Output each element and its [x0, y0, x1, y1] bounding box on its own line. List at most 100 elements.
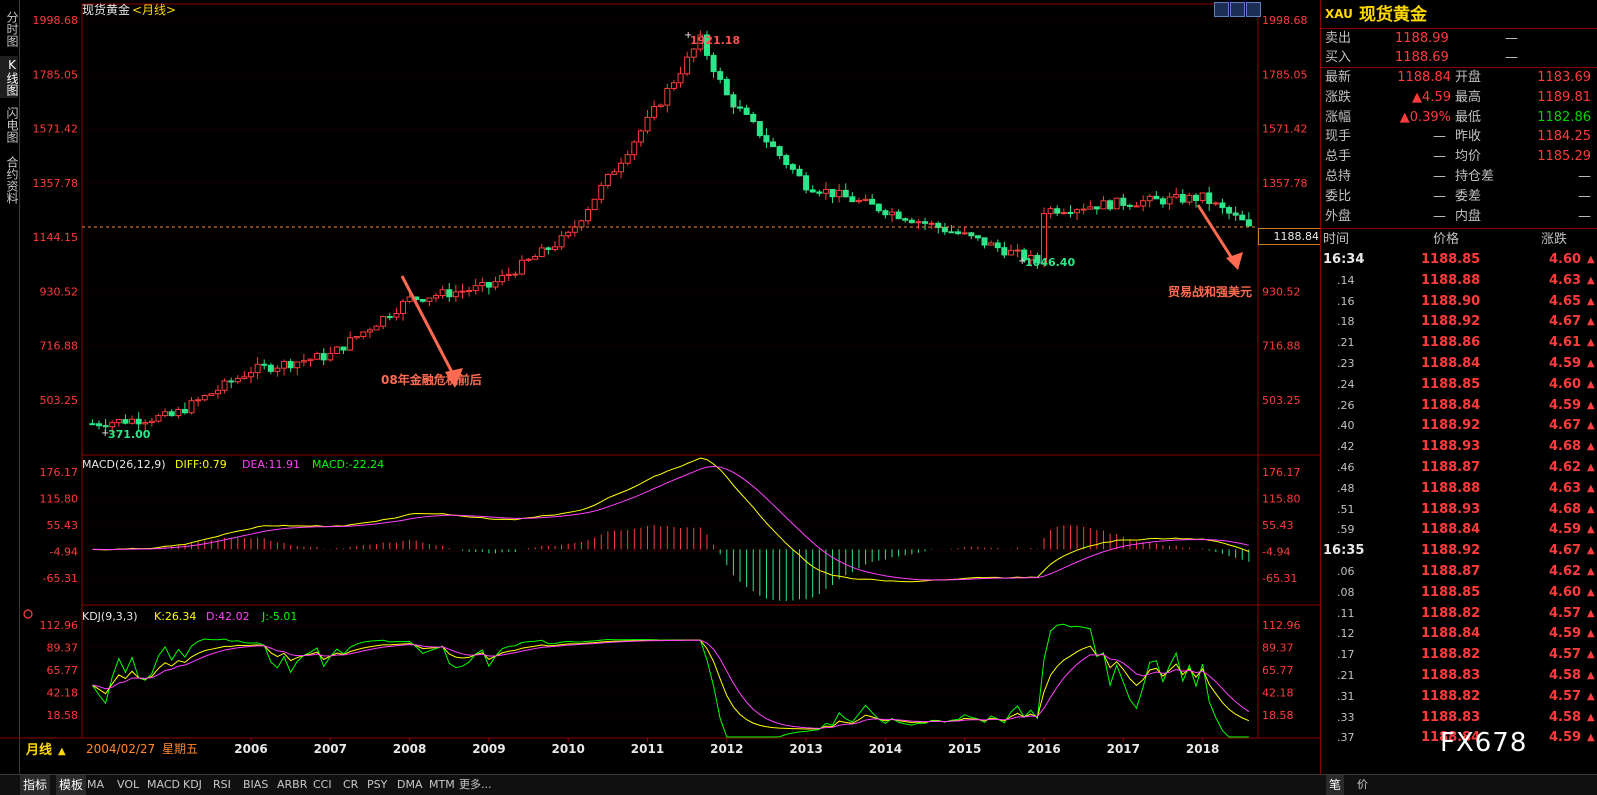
- quote-row: 卖出 1188.99 —: [1321, 29, 1597, 49]
- candle-body: [241, 376, 248, 379]
- candle-body: [228, 380, 235, 383]
- candle-body: [875, 203, 882, 212]
- quote-extra: —: [1505, 31, 1518, 46]
- tick-change: 4.59: [1549, 522, 1582, 538]
- quote-pair-row: 最新 1188.84 开盘 1183.69: [1321, 68, 1597, 88]
- tick-change: 4.63: [1549, 272, 1582, 288]
- candle-body: [333, 346, 340, 354]
- up-arrow-icon: ▲: [1587, 503, 1595, 515]
- indicator-settings-icon[interactable]: [23, 609, 33, 619]
- tick-view-tab-1[interactable]: 笔: [1326, 775, 1345, 795]
- zoom-out-icon[interactable]: [1214, 2, 1229, 17]
- indicator-tab-6[interactable]: KDJ: [180, 775, 205, 795]
- tick-row: .16 1188.90 4.65 ▲: [1321, 292, 1597, 313]
- year-axis: 2006 2007 2008 2009 2010 2011 2012 2013 2014 2015…: [234, 738, 1219, 756]
- macd-axis-label-left: -4.94: [50, 546, 78, 559]
- year-label: 2012: [710, 742, 743, 756]
- candle-body: [717, 71, 724, 80]
- tick-time: .31: [1337, 689, 1355, 703]
- candle-body: [796, 168, 803, 177]
- candle-body: [142, 421, 149, 425]
- tick-price: 1188.83: [1421, 668, 1481, 683]
- quote-extra: —: [1505, 50, 1518, 65]
- candle-body: [532, 256, 539, 260]
- candle-body: [1087, 206, 1094, 210]
- quote-label: 委比: [1325, 188, 1352, 204]
- indicator-tab-13[interactable]: DMA: [394, 775, 426, 795]
- tick-time: 16:34: [1323, 252, 1365, 267]
- quote-label: 最低: [1455, 109, 1482, 125]
- year-label: 2006: [234, 742, 267, 756]
- period-dropdown-icon[interactable]: ▲: [58, 746, 66, 757]
- candle-body: [690, 48, 697, 58]
- year-label: 2018: [1186, 742, 1219, 756]
- candle-body: [710, 54, 717, 73]
- candle-body: [1239, 214, 1246, 221]
- tick-price: 1188.85: [1421, 252, 1481, 267]
- up-arrow-icon: ▲: [1587, 378, 1595, 390]
- maximize-icon[interactable]: [1246, 2, 1261, 17]
- tick-change: 4.58: [1549, 709, 1582, 725]
- zoom-in-icon[interactable]: [1230, 2, 1245, 17]
- quote-value: 1184.25: [1537, 129, 1591, 145]
- candle-body: [816, 191, 823, 194]
- candle-body: [750, 113, 757, 123]
- quote-value: 1185.29: [1537, 149, 1591, 165]
- candle-body: [598, 185, 605, 200]
- quote-symbol: XAU: [1325, 7, 1353, 21]
- quote-value: —: [1433, 169, 1446, 184]
- candle-body: [254, 363, 261, 374]
- indicator-tab-4[interactable]: VOL: [114, 775, 142, 795]
- indicator-tab-5[interactable]: MACD: [144, 775, 183, 795]
- tick-time: 16:35: [1323, 543, 1365, 559]
- macd-axis-label-left: -65.31: [43, 572, 78, 585]
- quote-label: 外盘: [1325, 208, 1352, 224]
- candle-body: [479, 282, 486, 287]
- tick-change: 4.67: [1549, 314, 1582, 330]
- indicator-tab-1[interactable]: 指标: [20, 775, 51, 795]
- tick-time: .17: [1337, 648, 1355, 662]
- kline-chart[interactable]: 1998.68 1998.68 1785.05 1785.05 1571.42 1571.…: [0, 0, 1320, 774]
- indicator-tab-3[interactable]: MA: [84, 775, 107, 795]
- candle-body: [902, 218, 909, 221]
- kdj-axis-label-left: 42.18: [47, 686, 79, 699]
- tick-price: 1188.82: [1421, 647, 1481, 663]
- candle-body: [664, 87, 671, 106]
- high-price-label: 1921.18: [690, 34, 740, 47]
- tick-view-tab-2[interactable]: 价: [1354, 775, 1371, 795]
- up-arrow-icon: ▲: [1587, 586, 1595, 598]
- tick-row: .59 1188.84 4.59 ▲: [1321, 520, 1597, 541]
- tick-change: 4.58: [1549, 668, 1582, 683]
- candle-body: [895, 211, 902, 220]
- indicator-tab-8[interactable]: BIAS: [240, 775, 271, 795]
- kdj-axis-label-left: 18.58: [47, 709, 79, 722]
- candle-body: [340, 346, 347, 351]
- indicator-tab-14[interactable]: MTM: [426, 775, 458, 795]
- candle-body: [248, 372, 254, 378]
- macd-diff-value: DIFF:0.79: [175, 458, 227, 471]
- candle-body: [730, 94, 737, 108]
- tick-price: 1188.84: [1421, 522, 1481, 538]
- indicator-tab-12[interactable]: PSY: [364, 775, 390, 795]
- indicator-tab-9[interactable]: ARBR: [274, 775, 310, 795]
- quote-value: ▲0.39%: [1399, 109, 1451, 125]
- indicator-tab-11[interactable]: CR: [340, 775, 361, 795]
- indicator-tab-7[interactable]: RSI: [210, 775, 234, 795]
- tick-row: .31 1188.82 4.57 ▲: [1321, 687, 1597, 708]
- candle-body: [195, 399, 202, 402]
- period-button[interactable]: 月线: [25, 742, 52, 758]
- indicator-tab-2[interactable]: 模板: [56, 775, 87, 795]
- candle-body: [756, 121, 763, 137]
- tick-change: 4.59: [1549, 730, 1582, 746]
- candle-body: [538, 247, 545, 258]
- macd-axis-label-right: 176.17: [1262, 466, 1301, 479]
- tick-row: .08 1188.85 4.60 ▲: [1321, 583, 1597, 604]
- candle-body: [439, 289, 446, 297]
- tick-change: 4.60: [1549, 584, 1582, 600]
- kdj-axis-label-right: 112.96: [1262, 619, 1301, 632]
- indicator-tab-15[interactable]: 更多...: [456, 775, 495, 795]
- tick-change: 4.57: [1549, 605, 1582, 621]
- candle-body: [446, 289, 453, 298]
- candle-body: [684, 56, 691, 75]
- indicator-tab-10[interactable]: CCI: [310, 775, 335, 795]
